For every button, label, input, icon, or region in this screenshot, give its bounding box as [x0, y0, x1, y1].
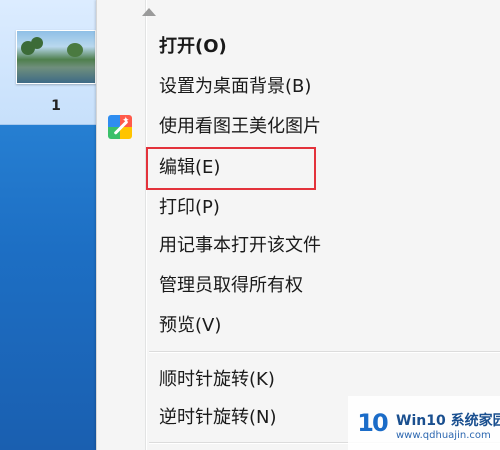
desktop-image-file-selected[interactable]: 1	[0, 0, 96, 125]
menu-item-take-ownership[interactable]: 管理员取得所有权	[97, 268, 500, 304]
menu-separator	[149, 351, 500, 352]
menu-item-open-with-notepad[interactable]: 用记事本打开该文件	[97, 228, 500, 264]
menu-item-label: 顺时针旋转(K)	[159, 369, 275, 390]
kantuwang-app-icon: ✦	[108, 115, 132, 139]
menu-item-set-desktop-background[interactable]: 设置为桌面背景(B)	[97, 69, 500, 105]
menu-scroll-up-arrow-icon[interactable]	[137, 4, 161, 20]
watermark-logo-text: 10	[357, 409, 388, 437]
win10-logo-icon: 10	[354, 406, 390, 440]
menu-item-kantuwang-beautify[interactable]: ✦ 使用看图王美化图片	[97, 109, 500, 145]
edit-item-highlight-box	[146, 147, 316, 190]
watermark: 10 Win10 系统家园 www.qdhuajin.com	[348, 396, 500, 450]
menu-item-print[interactable]: 打印(P)	[97, 190, 500, 226]
context-menu: 打开(O) 设置为桌面背景(B) ✦ 使用看图王美化图片 编辑(E) 打印(P)…	[96, 0, 500, 450]
menu-item-label: 用记事本打开该文件	[159, 235, 321, 256]
menu-item-label: 打印(P)	[159, 197, 220, 218]
menu-item-label: 预览(V)	[159, 315, 222, 336]
menu-item-rotate-clockwise[interactable]: 顺时针旋转(K)	[97, 362, 500, 398]
menu-item-label: 打开(O)	[159, 36, 227, 57]
image-thumbnail	[16, 30, 96, 84]
watermark-title: Win10 系统家园	[396, 413, 500, 429]
menu-item-preview[interactable]: 预览(V)	[97, 308, 500, 344]
menu-item-label: 管理员取得所有权	[159, 275, 303, 296]
menu-item-label: 设置为桌面背景(B)	[159, 76, 312, 97]
menu-item-label: 使用看图王美化图片	[159, 116, 321, 137]
menu-item-label: 逆时针旋转(N)	[159, 407, 277, 428]
watermark-url: www.qdhuajin.com	[396, 430, 491, 441]
menu-item-open[interactable]: 打开(O)	[97, 29, 500, 65]
